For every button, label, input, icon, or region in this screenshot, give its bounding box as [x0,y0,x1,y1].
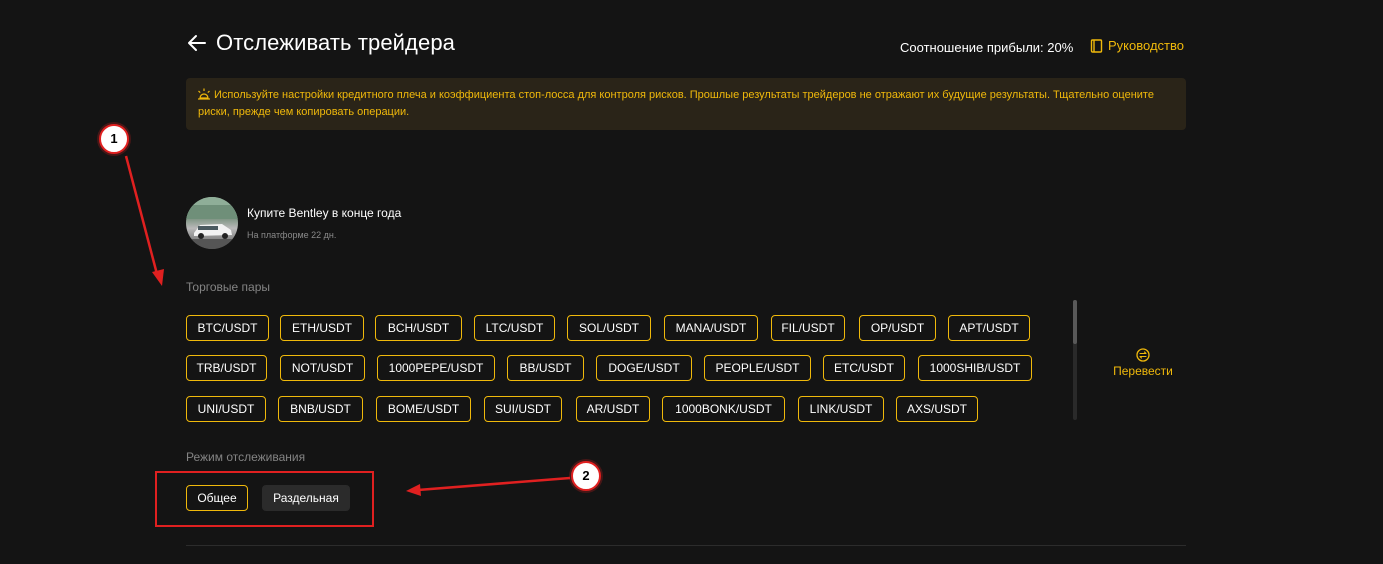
trader-avatar [186,197,238,249]
pair-chip[interactable]: 1000SHIB/USDT [918,355,1032,381]
pair-chip[interactable]: LTC/USDT [474,315,555,341]
section-divider [186,545,1186,546]
trading-pairs-label: Торговые пары [186,280,271,294]
pair-chip[interactable]: FIL/USDT [771,315,845,341]
pair-chip[interactable]: ETC/USDT [823,355,905,381]
profit-ratio: Соотношение прибыли: 20% [900,40,1074,55]
book-icon [1090,38,1103,53]
tracking-mode-label: Режим отслеживания [186,450,306,464]
risk-warning-banner: Используйте настройки кредитного плеча и… [186,78,1186,130]
translate-button[interactable]: Перевести [1113,348,1173,378]
pair-chip[interactable]: TRB/USDT [186,355,267,381]
pair-chip[interactable]: LINK/USDT [798,396,884,422]
pair-chip[interactable]: 1000BONK/USDT [662,396,785,422]
pair-chip[interactable]: UNI/USDT [186,396,266,422]
page-title: Отслеживать трейдера [216,30,455,55]
pair-chip[interactable]: BOME/USDT [376,396,471,422]
trader-platform-days: На платформе 22 дн. [247,230,337,240]
risk-warning-text: Используйте настройки кредитного плеча и… [198,89,1154,118]
mode-option-common[interactable]: Общее [186,485,248,511]
pair-chip[interactable]: SUI/USDT [484,396,562,422]
pair-chip[interactable]: MANA/USDT [664,315,758,341]
pair-chip[interactable]: BTC/USDT [186,315,269,341]
guide-link[interactable]: Руководство [1090,38,1184,53]
annotation-arrow-2 [406,476,571,496]
pair-chip[interactable]: AR/USDT [576,396,650,422]
pair-chip[interactable]: ETH/USDT [280,315,364,341]
pair-chip[interactable]: BNB/USDT [278,396,363,422]
pairs-scrollbar-thumb[interactable] [1073,300,1077,344]
guide-label: Руководство [1108,38,1184,53]
pair-chip[interactable]: NOT/USDT [280,355,365,381]
annotation-arrow-1 [124,155,164,286]
translate-label: Перевести [1113,364,1173,378]
pair-chip[interactable]: PEOPLE/USDT [704,355,811,381]
car-photo [186,197,238,249]
back-button[interactable]: Отслеживать трейдера [186,30,455,56]
mode-option-separate[interactable]: Раздельная [262,485,350,511]
pair-chip[interactable]: 1000PEPE/USDT [377,355,495,381]
pair-chip[interactable]: APT/USDT [948,315,1030,341]
pair-chip[interactable]: AXS/USDT [896,396,978,422]
pair-chip[interactable]: DOGE/USDT [596,355,692,381]
pair-chip[interactable]: SOL/USDT [567,315,651,341]
arrow-left-icon [188,35,206,51]
pair-chip[interactable]: BCH/USDT [375,315,462,341]
swap-icon [1136,348,1150,362]
pair-chip[interactable]: BB/USDT [507,355,584,381]
trader-name[interactable]: Купите Bentley в конце года [247,206,401,220]
alert-lamp-icon [198,88,210,100]
pair-chip[interactable]: OP/USDT [859,315,936,341]
